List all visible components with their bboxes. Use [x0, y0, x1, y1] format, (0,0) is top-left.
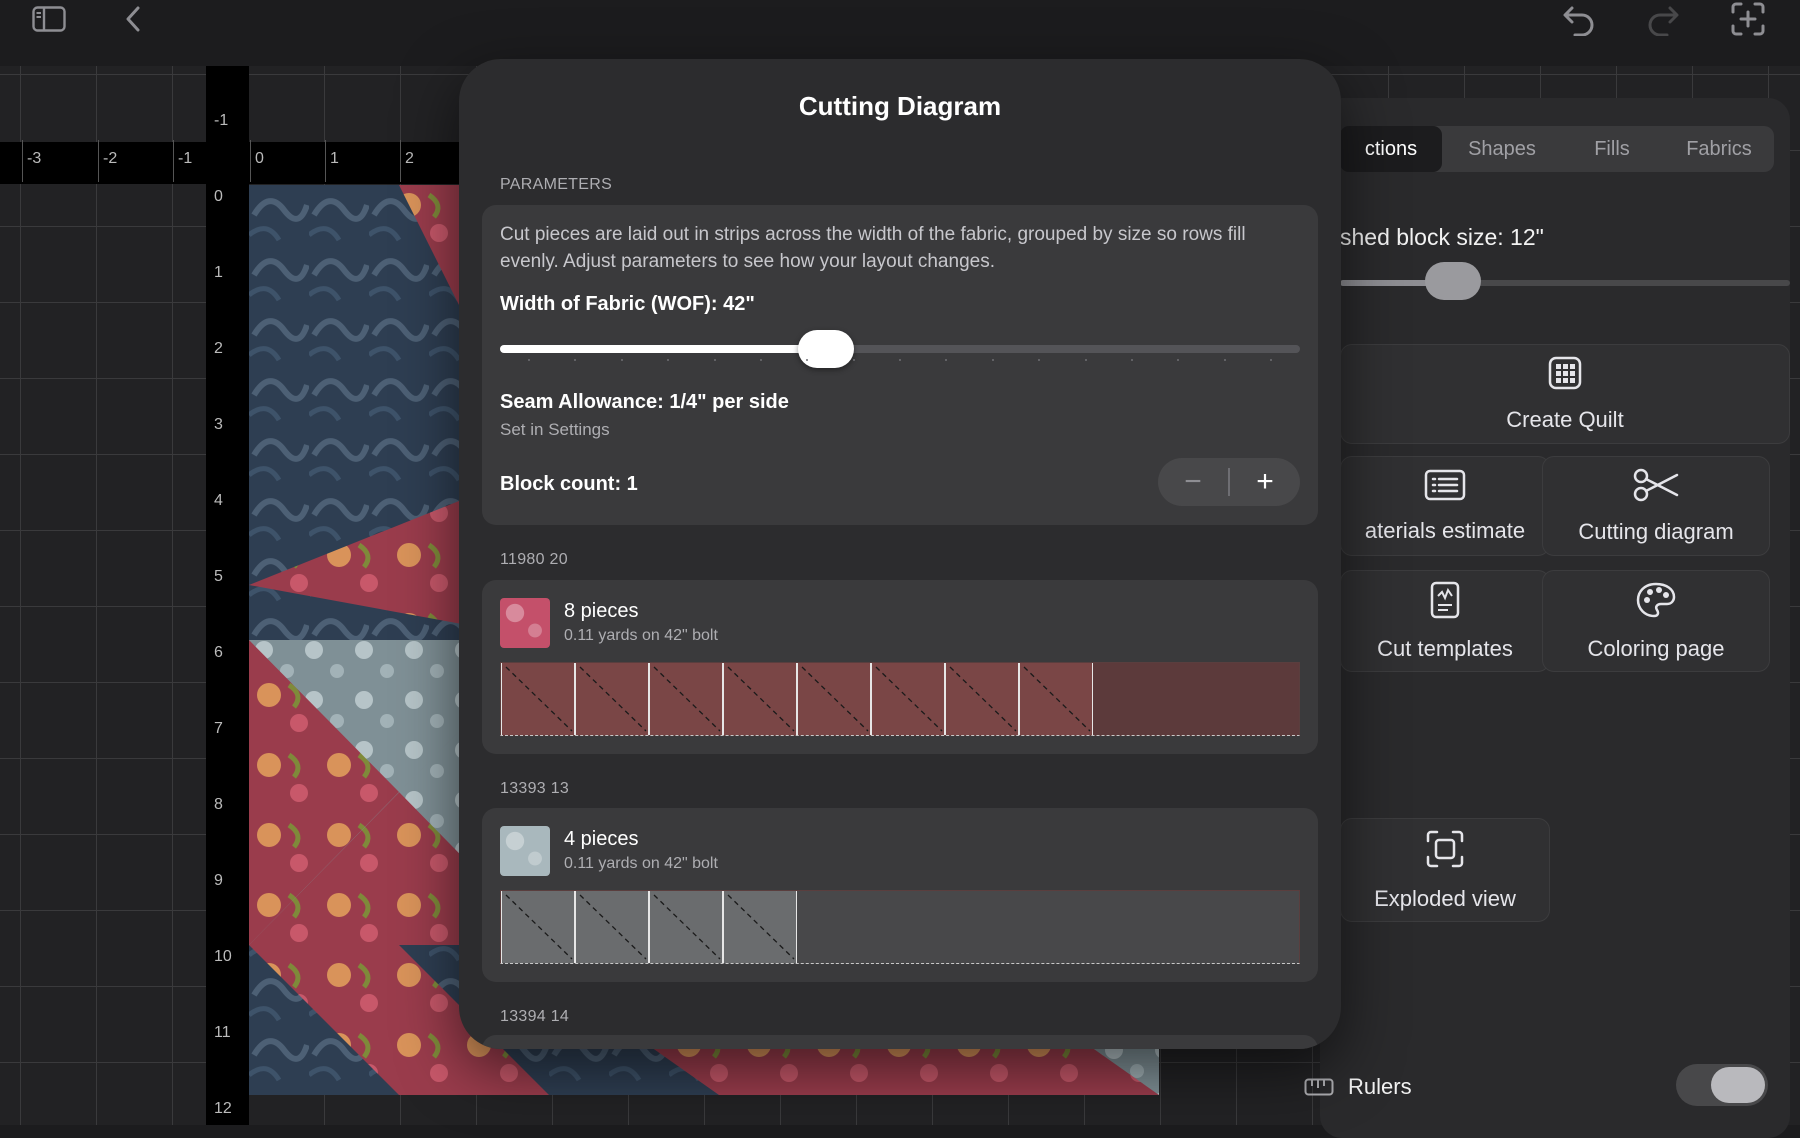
ruler-tick: 12: [214, 1100, 232, 1117]
scissors-icon: [1633, 468, 1679, 507]
cut-piece: [575, 891, 649, 963]
block-count-stepper: − +: [1158, 458, 1300, 506]
rulers-toggle[interactable]: [1676, 1064, 1768, 1106]
cut-piece: [649, 663, 723, 735]
grid-icon: [1548, 356, 1582, 395]
ruler-tick: 2: [214, 340, 223, 357]
list-icon: [1424, 469, 1466, 506]
ruler-tick: 8: [214, 796, 223, 813]
cut-templates-button[interactable]: Cut templates: [1340, 570, 1550, 672]
document-icon: [1430, 581, 1460, 624]
ruler-tick: 4: [214, 492, 223, 509]
vertical-ruler: -1 0 1 2 3 4 5 6 7 8 9 10 11 12: [206, 66, 249, 1125]
rulers-toggle-knob: [1711, 1067, 1765, 1103]
wof-slider-fill: [500, 345, 827, 353]
parameters-header: PARAMETERS: [500, 176, 613, 193]
fabric-header: 11980 20: [500, 551, 568, 568]
undo-icon[interactable]: [1560, 2, 1598, 38]
ruler-tick: -1: [172, 140, 193, 182]
ruler-tick: 1: [214, 264, 223, 281]
create-quilt-button[interactable]: Create Quilt: [1340, 344, 1790, 444]
cut-piece: [501, 663, 575, 735]
materials-estimate-label: aterials estimate: [1364, 517, 1526, 543]
fabric-piece-count: 8 pieces: [564, 600, 639, 622]
inspector-panel: ctions Shapes Fills Fabrics shed block s…: [1304, 98, 1790, 1138]
palette-icon: [1635, 581, 1677, 624]
wof-slider-ticks: [500, 359, 1300, 363]
ruler-tick: 3: [214, 416, 223, 433]
cutting-diagram-label: Cutting diagram: [1578, 518, 1734, 544]
ruler-tick: 9: [214, 872, 223, 889]
cut-piece: [649, 891, 723, 963]
increment-button[interactable]: +: [1230, 458, 1300, 506]
cut-piece: [723, 891, 797, 963]
fabric-header: 13393 13: [500, 780, 570, 797]
block-size-label: shed block size: 12": [1340, 224, 1544, 250]
exploded-view-button[interactable]: Exploded view: [1340, 818, 1550, 922]
ruler-tick: -2: [97, 140, 118, 182]
ruler-icon: [1304, 1078, 1334, 1101]
materials-estimate-button[interactable]: aterials estimate: [1340, 456, 1550, 556]
cut-piece: [723, 663, 797, 735]
fabric-yardage: 0.11 yards on 42" bolt: [564, 627, 718, 644]
wof-label: Width of Fabric (WOF): 42": [500, 293, 755, 315]
ruler-tick: 7: [214, 720, 223, 737]
cut-piece: [575, 663, 649, 735]
ruler-tick: 5: [214, 568, 223, 585]
ruler-tick: 10: [214, 948, 232, 965]
rulers-label: Rulers: [1348, 1074, 1412, 1099]
fabric-group: [482, 1035, 1318, 1049]
sidebar-toggle-icon[interactable]: [30, 4, 68, 34]
fabric-swatch: [500, 826, 550, 876]
tab-fabrics[interactable]: Fabrics: [1666, 126, 1772, 172]
block-size-slider[interactable]: [1340, 262, 1790, 300]
panel-tabs: ctions Shapes Fills Fabrics: [1340, 126, 1774, 172]
tab-fills[interactable]: Fills: [1562, 126, 1662, 172]
cut-piece: [797, 663, 871, 735]
fabric-strip: [500, 662, 1300, 736]
cut-piece: [501, 891, 575, 963]
cutting-diagram-sheet: Cutting Diagram PARAMETERS Cut pieces ar…: [459, 59, 1341, 1049]
block-count-label: Block count: 1: [500, 473, 638, 495]
block-size-slider-knob[interactable]: [1424, 262, 1481, 300]
coloring-page-button[interactable]: Coloring page: [1542, 570, 1770, 672]
cut-piece: [1019, 663, 1093, 735]
ruler-tick: 11: [214, 1024, 231, 1041]
ruler-tick: 0: [214, 188, 223, 205]
chevron-left-icon[interactable]: [120, 4, 146, 34]
ruler-tick: 6: [214, 644, 223, 661]
ruler-tick: 0: [250, 140, 264, 182]
fabric-strip: [500, 890, 1300, 964]
sheet-title: Cutting Diagram: [798, 91, 1002, 121]
fabric-group: 4 pieces 0.11 yards on 42" bolt: [482, 808, 1318, 982]
parameters-group: Cut pieces are laid out in strips across…: [482, 205, 1318, 525]
seam-allowance-sub: Set in Settings: [500, 420, 610, 439]
exploded-view-label: Exploded view: [1374, 885, 1516, 911]
cut-templates-label: Cut templates: [1377, 635, 1513, 661]
fabric-header: 13394 14: [500, 1008, 570, 1025]
ruler-tick: -1: [214, 112, 229, 129]
create-quilt-label: Create Quilt: [1506, 406, 1624, 432]
add-frame-icon[interactable]: [1728, 0, 1768, 38]
cut-piece: [871, 663, 945, 735]
ruler-tick: -3: [21, 140, 42, 182]
wof-slider[interactable]: [500, 330, 1300, 368]
fabric-group: 8 pieces 0.11 yards on 42" bolt: [482, 580, 1318, 754]
redo-icon[interactable]: [1644, 2, 1682, 38]
coloring-page-label: Coloring page: [1587, 635, 1725, 661]
seam-allowance-label: Seam Allowance: 1/4" per side: [500, 391, 789, 413]
fabric-yardage: 0.11 yards on 42" bolt: [564, 855, 718, 872]
decrement-button[interactable]: −: [1158, 458, 1228, 506]
viewfinder-icon: [1425, 829, 1465, 874]
fabric-piece-count: 4 pieces: [564, 828, 639, 850]
ruler-tick: 2: [400, 140, 414, 182]
ruler-tick: 1: [325, 140, 339, 182]
cut-piece: [945, 663, 1019, 735]
tab-shapes[interactable]: Shapes: [1448, 126, 1556, 172]
parameters-description: Cut pieces are laid out in strips across…: [500, 224, 1246, 272]
cutting-diagram-button[interactable]: Cutting diagram: [1542, 456, 1770, 556]
fabric-swatch: [500, 598, 550, 648]
tab-actions[interactable]: ctions: [1340, 126, 1442, 172]
